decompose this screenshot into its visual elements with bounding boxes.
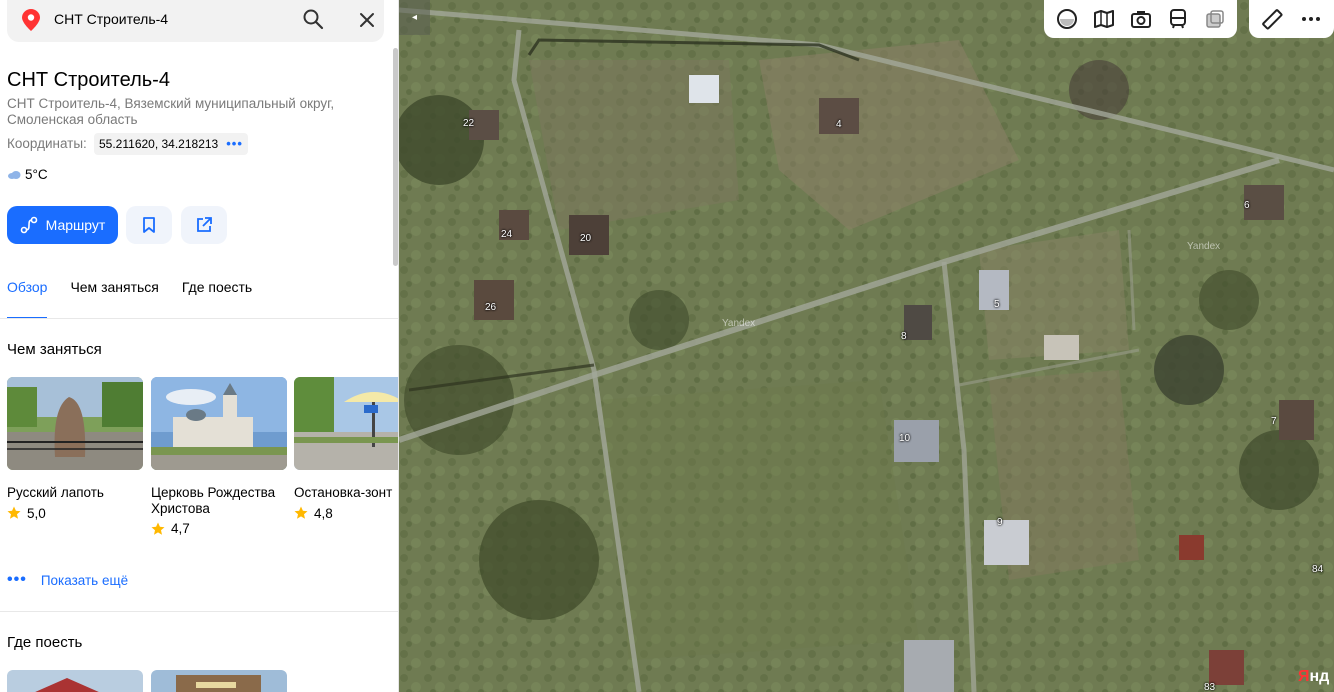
place-card[interactable]: Церковь Рождества Христова 4,7: [151, 377, 287, 536]
plot-label: 5: [994, 299, 1000, 310]
search-input[interactable]: СНТ Строитель-4: [54, 11, 168, 27]
star-icon: [151, 522, 165, 535]
route-icon: [20, 216, 37, 234]
plot-label: 20: [580, 233, 592, 244]
section-divider: [0, 611, 398, 612]
ruler-icon[interactable]: [1260, 7, 1284, 31]
bookmark-button[interactable]: [126, 206, 172, 244]
place-card-rating: 5,0: [7, 506, 143, 521]
transit-icon[interactable]: [1166, 7, 1190, 31]
satellite-imagery: [399, 0, 1334, 692]
more-dots-icon: •••: [7, 571, 27, 588]
place-card-image: [294, 377, 398, 470]
place-card-rating: 4,7: [151, 521, 287, 536]
close-icon[interactable]: [356, 9, 378, 31]
plot-label: 24: [501, 229, 513, 240]
plot-label: 26: [485, 302, 497, 313]
coords-value-box[interactable]: 55.211620, 34.218213 •••: [94, 133, 248, 155]
rating-value: 4,7: [171, 521, 190, 536]
place-card-image: [7, 377, 143, 470]
map-tools-toolbar: [1249, 0, 1334, 38]
place-card-name: Русский лапоть: [7, 485, 104, 500]
route-button[interactable]: Маршрут: [7, 206, 118, 244]
tab-bar: Обзор Чем заняться Где поесть: [7, 279, 252, 319]
panel-scrollbar[interactable]: [393, 48, 398, 266]
coords-value[interactable]: 55.211620, 34.218213: [99, 133, 218, 155]
star-icon: [294, 506, 308, 519]
search-icon[interactable]: [302, 8, 324, 30]
section-where-to-eat-heading: Где поесть: [7, 634, 83, 651]
more-options-icon[interactable]: [1299, 7, 1323, 31]
layers-icon[interactable]: [1203, 7, 1227, 31]
place-panel: СНТ Строитель-4 СНТ Строитель-4 СНТ Стро…: [0, 0, 399, 692]
search-bar[interactable]: СНТ Строитель-4: [7, 0, 384, 42]
yandex-logo[interactable]: Янд: [1298, 668, 1329, 686]
plot-label: 7: [1271, 416, 1277, 427]
star-icon: [7, 506, 21, 519]
tab-overview[interactable]: Обзор: [7, 279, 48, 319]
place-address: СНТ Строитель-4, Вяземский муниципальный…: [7, 96, 335, 127]
route-label: Маршрут: [45, 217, 106, 233]
place-card[interactable]: Русский лапоть 5,0: [7, 377, 143, 521]
location-pin-icon: [22, 9, 40, 31]
place-card-name: Церковь Рождества Христова: [151, 485, 276, 516]
share-button[interactable]: [181, 206, 227, 244]
section-things-to-do-heading: Чем заняться: [7, 341, 102, 358]
weather-temp: 5°C: [25, 167, 48, 182]
layers-toggle-icon[interactable]: [1055, 7, 1079, 31]
tabs-divider: [0, 318, 398, 319]
plot-label: 4: [836, 119, 842, 130]
weather: 5°C: [7, 167, 48, 182]
map-watermark: Yandex: [722, 318, 756, 329]
show-more-link[interactable]: ••• Показать ещё: [7, 571, 128, 589]
share-icon: [197, 217, 212, 232]
tab-things-to-do[interactable]: Чем заняться: [70, 279, 158, 319]
plot-label: 84: [1312, 564, 1324, 575]
satellite-map[interactable]: ◂ 22 4 6 24 20 26 5 8 10 7 9 84 83 Yande…: [399, 0, 1334, 692]
place-card[interactable]: Остановка-зонт 4,8: [294, 377, 398, 521]
map-watermark: Yandex: [1187, 241, 1221, 252]
place-card-name: Остановка-зонт: [294, 485, 393, 500]
plot-label: 22: [463, 118, 475, 129]
map-layers-toolbar: [1044, 0, 1237, 38]
cloud-icon: [8, 171, 21, 179]
place-card-image: [151, 377, 287, 470]
restaurant-card-image[interactable]: [7, 670, 143, 692]
camera-icon[interactable]: [1129, 7, 1153, 31]
restaurant-card-image[interactable]: [151, 670, 287, 692]
place-title: СНТ Строитель-4: [7, 69, 170, 91]
coords-label: Координаты:: [7, 136, 87, 151]
map-panorama-icon[interactable]: [1092, 7, 1116, 31]
collapse-arrow-icon: ◂: [411, 12, 418, 23]
bookmark-icon: [143, 217, 155, 233]
plot-label: 6: [1244, 200, 1250, 211]
plot-label: 10: [899, 433, 911, 444]
plot-label: 83: [1204, 682, 1216, 692]
tab-where-to-eat[interactable]: Где поесть: [182, 279, 252, 319]
collapse-panel-button[interactable]: ◂: [399, 0, 430, 35]
rating-value: 4,8: [314, 505, 333, 521]
place-card-rating: 4,8: [294, 505, 398, 521]
plot-label: 8: [901, 331, 907, 342]
show-more-label: Показать ещё: [40, 572, 129, 588]
more-icon[interactable]: •••: [226, 133, 243, 155]
rating-value: 5,0: [27, 505, 46, 521]
plot-label: 9: [997, 517, 1003, 528]
